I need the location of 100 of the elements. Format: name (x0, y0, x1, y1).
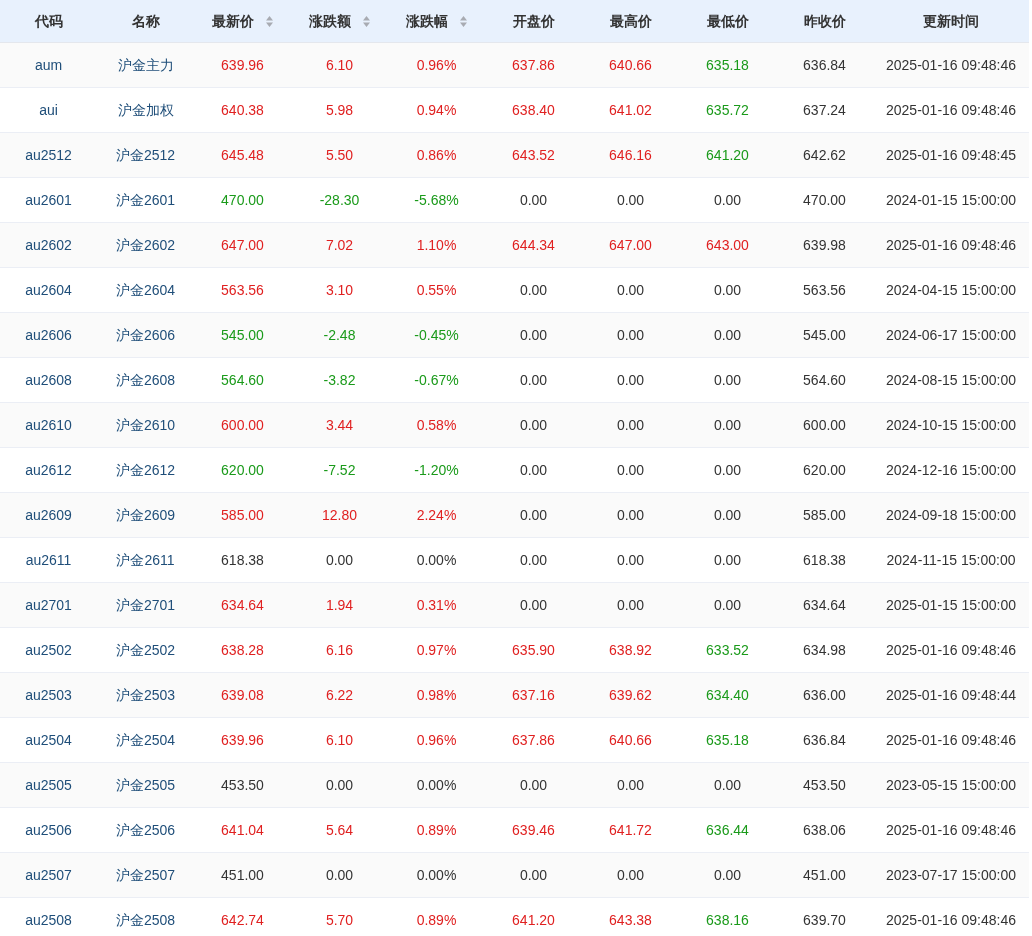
contract-code[interactable]: aum (34, 54, 63, 76)
price-value: 0.00% (416, 550, 457, 570)
price-value: 585.00 (221, 505, 264, 525)
price-value: 0.00 (519, 865, 548, 885)
contract-name[interactable]: 沪金2506 (115, 819, 176, 841)
column-header[interactable]: 涨跌额 (309, 10, 370, 32)
price-value: 0.89% (416, 820, 457, 840)
contract-name[interactable]: 沪金2601 (115, 189, 176, 211)
price-value: 1.94 (325, 595, 354, 615)
price-value: 0.00 (713, 550, 742, 570)
price-value: 645.48 (221, 145, 264, 165)
price-value: 647.00 (609, 235, 652, 255)
contract-name[interactable]: 沪金2606 (115, 324, 176, 346)
price-value: 0.00 (519, 370, 548, 390)
price-value: 640.66 (609, 730, 652, 750)
contract-code[interactable]: au2608 (25, 369, 72, 391)
price-value: 0.96% (416, 730, 457, 750)
contract-code[interactable]: au2506 (25, 819, 72, 841)
price-value: 639.96 (221, 730, 264, 750)
contract-code[interactable]: au2601 (25, 189, 72, 211)
previous-close: 563.56 (803, 280, 846, 300)
price-value: 635.72 (706, 100, 749, 120)
contract-name[interactable]: 沪金2701 (115, 594, 176, 616)
price-value: 0.00 (713, 280, 742, 300)
price-value: -28.30 (319, 190, 360, 210)
price-value: 2.24% (416, 505, 457, 525)
price-value: 0.00 (325, 550, 354, 570)
contract-code[interactable]: au2602 (25, 234, 72, 256)
price-value: 0.00 (616, 415, 645, 435)
column-header: 更新时间 (923, 11, 979, 31)
price-value: 3.10 (325, 280, 354, 300)
price-value: 0.00 (519, 775, 548, 795)
previous-close: 470.00 (803, 190, 846, 210)
update-time: 2025-01-16 09:48:45 (886, 145, 1016, 165)
price-value: 563.56 (221, 280, 264, 300)
price-value: 637.16 (512, 685, 555, 705)
previous-close: 585.00 (803, 505, 846, 525)
price-value: 641.20 (512, 910, 555, 930)
contract-name[interactable]: 沪金2611 (116, 549, 175, 571)
price-value: 5.50 (325, 145, 354, 165)
contract-name[interactable]: 沪金加权 (117, 99, 174, 121)
sort-icon[interactable] (363, 15, 370, 27)
contract-name[interactable]: 沪金2503 (115, 684, 176, 706)
contract-name[interactable]: 沪金2612 (115, 459, 176, 481)
column-header[interactable]: 涨跌幅 (406, 10, 467, 32)
price-value: 0.00 (713, 595, 742, 615)
update-time: 2025-01-16 09:48:46 (886, 820, 1016, 840)
previous-close: 634.64 (803, 595, 846, 615)
contract-name[interactable]: 沪金2505 (115, 774, 176, 796)
contract-name[interactable]: 沪金主力 (117, 54, 174, 76)
price-value: 638.28 (221, 640, 264, 660)
contract-name[interactable]: 沪金2604 (115, 279, 176, 301)
column-header: 开盘价 (512, 11, 555, 31)
price-value: 0.00 (713, 325, 742, 345)
contract-code[interactable]: au2611 (25, 549, 72, 571)
contract-name[interactable]: 沪金2608 (115, 369, 176, 391)
contract-code[interactable]: au2512 (25, 144, 72, 166)
price-value: 0.86% (416, 145, 457, 165)
price-value: 635.18 (706, 55, 749, 75)
contract-code[interactable]: au2507 (25, 864, 72, 886)
contract-code[interactable]: au2604 (25, 279, 72, 301)
price-value: 0.00 (616, 775, 645, 795)
contract-name[interactable]: 沪金2602 (115, 234, 176, 256)
contract-code[interactable]: au2508 (25, 909, 72, 931)
previous-close: 642.62 (803, 145, 846, 165)
price-value: 1.10% (416, 235, 457, 255)
price-value: 643.52 (512, 145, 555, 165)
contract-code[interactable]: au2606 (25, 324, 72, 346)
contract-code[interactable]: au2609 (25, 504, 72, 526)
contract-name[interactable]: 沪金2610 (115, 414, 176, 436)
contract-code[interactable]: au2503 (25, 684, 72, 706)
contract-name[interactable]: 沪金2507 (115, 864, 176, 886)
price-value: 0.00 (616, 505, 645, 525)
contract-code[interactable]: au2612 (25, 459, 72, 481)
price-value: 641.20 (706, 145, 749, 165)
update-time: 2024-01-15 15:00:00 (886, 190, 1016, 210)
price-value: -5.68% (414, 190, 459, 210)
contract-name[interactable]: 沪金2504 (115, 729, 176, 751)
contract-name[interactable]: 沪金2512 (115, 144, 176, 166)
contract-code[interactable]: au2505 (25, 774, 72, 796)
contract-name[interactable]: 沪金2609 (115, 504, 176, 526)
price-value: 0.00 (519, 505, 548, 525)
price-value: 453.50 (221, 775, 264, 795)
price-value: 600.00 (221, 415, 264, 435)
contract-code[interactable]: au2610 (25, 414, 72, 436)
contract-code[interactable]: au2701 (25, 594, 72, 616)
price-value: 470.00 (221, 190, 264, 210)
sort-icon[interactable] (460, 15, 467, 27)
previous-close: 634.98 (803, 640, 846, 660)
contract-code[interactable]: au2504 (25, 729, 72, 751)
contract-code[interactable]: aui (39, 99, 58, 121)
previous-close: 638.06 (803, 820, 846, 840)
column-header[interactable]: 最新价 (212, 10, 273, 32)
price-value: 0.00 (325, 775, 354, 795)
price-value: 640.66 (609, 55, 652, 75)
contract-code[interactable]: au2502 (25, 639, 72, 661)
contract-name[interactable]: 沪金2508 (115, 909, 176, 931)
contract-name[interactable]: 沪金2502 (115, 639, 176, 661)
update-time: 2024-11-15 15:00:00 (886, 550, 1016, 570)
sort-icon[interactable] (266, 15, 273, 27)
